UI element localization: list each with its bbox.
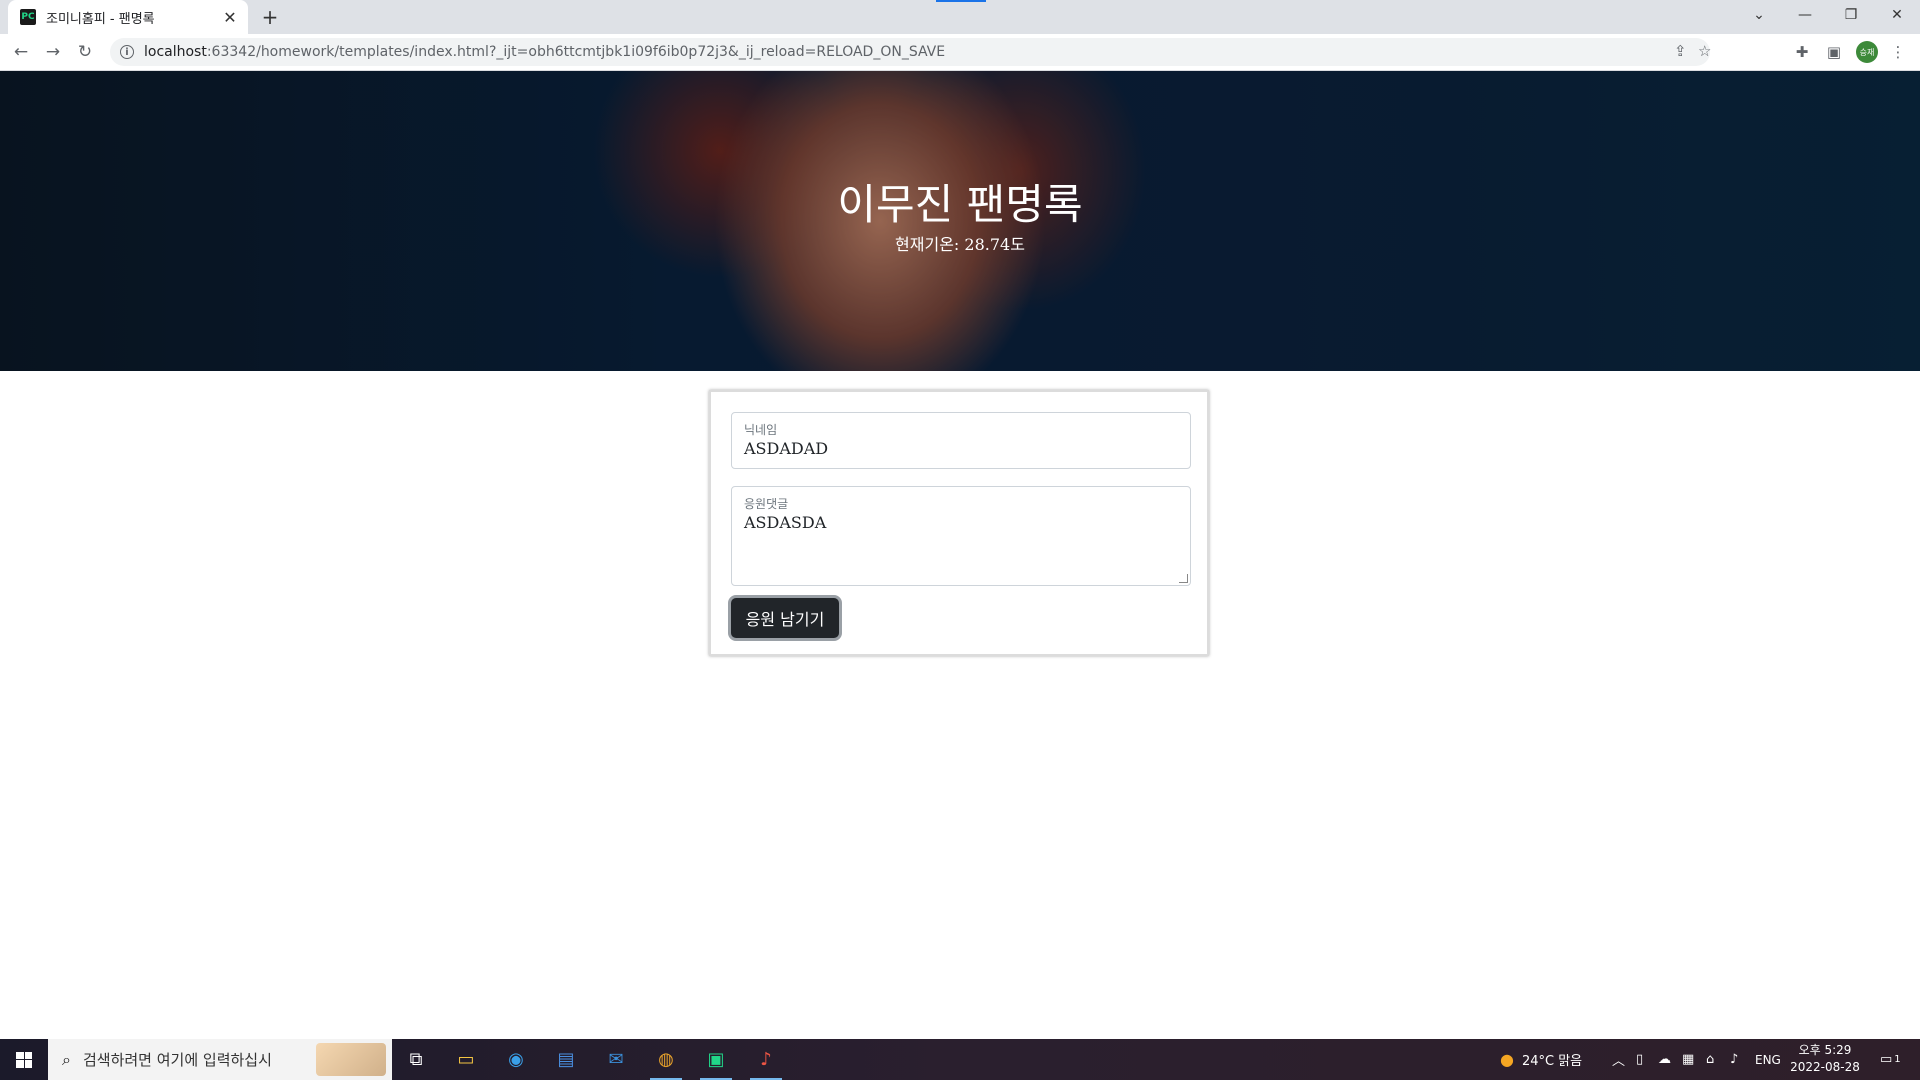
- tray-device-icon[interactable]: ▯: [1636, 1039, 1643, 1080]
- profile-avatar[interactable]: 승재: [1856, 41, 1878, 63]
- bookmark-star-icon[interactable]: ☆: [1698, 42, 1711, 60]
- browser-tab[interactable]: PC 조미니홈피 - 팬명록 ✕: [8, 0, 248, 34]
- tab-search-chevron-icon[interactable]: ⌄: [1736, 0, 1782, 30]
- submit-cheer-button[interactable]: 응원 남기기: [731, 598, 839, 638]
- taskbar-clock[interactable]: 오후 5:29 2022-08-28: [1790, 1042, 1860, 1076]
- tab-indicator: [936, 0, 986, 2]
- store-icon[interactable]: ▤: [542, 1039, 590, 1080]
- tray-cloud-icon[interactable]: ☁: [1658, 1039, 1671, 1080]
- pycharm-icon[interactable]: ▣: [692, 1039, 740, 1080]
- notification-count: 1: [1894, 1054, 1901, 1065]
- back-arrow-icon[interactable]: ←: [9, 40, 33, 64]
- comment-label: 응원댓글: [744, 497, 789, 511]
- edge-browser-icon[interactable]: ◉: [492, 1039, 540, 1080]
- nickname-label: 닉네임: [744, 423, 778, 437]
- notification-center-icon[interactable]: ▭ 1: [1880, 1039, 1901, 1080]
- url-text: localhost:63342/homework/templates/index…: [144, 44, 946, 60]
- reload-icon[interactable]: ↻: [73, 40, 97, 64]
- sun-icon: ●: [1500, 1050, 1514, 1069]
- weather-text: 24°C 맑음: [1521, 1054, 1583, 1069]
- search-icon: ⌕: [62, 1049, 71, 1069]
- side-panel-icon[interactable]: ▣: [1822, 40, 1846, 64]
- task-view-icon[interactable]: ⧉: [392, 1039, 440, 1080]
- windows-start-icon[interactable]: [0, 1039, 48, 1080]
- weather-widget[interactable]: ● 24°C 맑음: [1500, 1039, 1582, 1080]
- new-tab-icon[interactable]: +: [258, 5, 282, 29]
- browser-tab-bar: PC 조미니홈피 - 팬명록 ✕ + ⌄ — ❐ ✕: [0, 0, 1920, 34]
- taskbar-search-placeholder: 검색하려면 여기에 입력하십시: [82, 1051, 272, 1069]
- chrome-icon[interactable]: ◍: [642, 1039, 690, 1080]
- volume-icon[interactable]: ♪: [1730, 1039, 1738, 1080]
- site-info-icon[interactable]: i: [120, 45, 134, 59]
- current-temperature: 현재기온: 28.74도: [895, 235, 1025, 254]
- comment-form: 닉네임 ASDADAD 응원댓글 ASDASDA 응원 남기기: [709, 390, 1209, 656]
- clock-date: 2022-08-28: [1790, 1060, 1860, 1074]
- input-language[interactable]: ENG: [1755, 1039, 1781, 1080]
- app-icon[interactable]: ♪: [742, 1039, 790, 1080]
- nickname-value: ASDADAD: [744, 439, 829, 458]
- page-title: 이무진 팬명록: [837, 180, 1083, 229]
- windows-taskbar: ⌕ 검색하려면 여기에 입력하십시 ⧉ ▭ ◉ ▤ ✉ ◍ ▣ ♪ ● 24°C…: [0, 1039, 1920, 1080]
- tray-chevron-icon[interactable]: ︿: [1612, 1039, 1625, 1080]
- close-tab-icon[interactable]: ✕: [220, 7, 240, 27]
- comment-value: ASDASDA: [744, 513, 827, 532]
- address-bar[interactable]: i localhost:63342/homework/templates/ind…: [110, 38, 1711, 66]
- network-icon[interactable]: ⌂: [1706, 1039, 1714, 1080]
- restore-icon[interactable]: ❐: [1828, 0, 1874, 30]
- nickname-field[interactable]: 닉네임 ASDADAD: [731, 412, 1191, 469]
- browser-toolbar: ← → ↻ i localhost:63342/homework/templat…: [0, 34, 1920, 71]
- close-window-icon[interactable]: ✕: [1874, 0, 1920, 30]
- search-highlight-image: [316, 1043, 386, 1076]
- minimize-icon[interactable]: —: [1782, 0, 1828, 30]
- menu-kebab-icon[interactable]: ⋮: [1886, 40, 1910, 64]
- web-page: 이무진 팬명록 현재기온: 28.74도 닉네임 ASDADAD 응원댓글 AS…: [0, 71, 1920, 1039]
- tray-app-icon[interactable]: ▦: [1682, 1039, 1694, 1080]
- pycharm-favicon-icon: PC: [20, 9, 36, 25]
- mail-icon[interactable]: ✉: [592, 1039, 640, 1080]
- file-explorer-icon[interactable]: ▭: [442, 1039, 490, 1080]
- tab-title: 조미니홈피 - 팬명록: [46, 11, 155, 27]
- resize-grip-icon[interactable]: [1179, 574, 1188, 583]
- hero-banner: 이무진 팬명록 현재기온: 28.74도: [0, 71, 1920, 371]
- forward-arrow-icon[interactable]: →: [41, 40, 65, 64]
- clock-time: 오후 5:29: [1798, 1043, 1852, 1057]
- taskbar-search[interactable]: ⌕ 검색하려면 여기에 입력하십시: [48, 1039, 392, 1080]
- extensions-puzzle-icon[interactable]: ✚: [1790, 40, 1814, 64]
- share-icon[interactable]: ⇪: [1674, 42, 1687, 60]
- comment-textarea[interactable]: 응원댓글 ASDASDA: [731, 486, 1191, 586]
